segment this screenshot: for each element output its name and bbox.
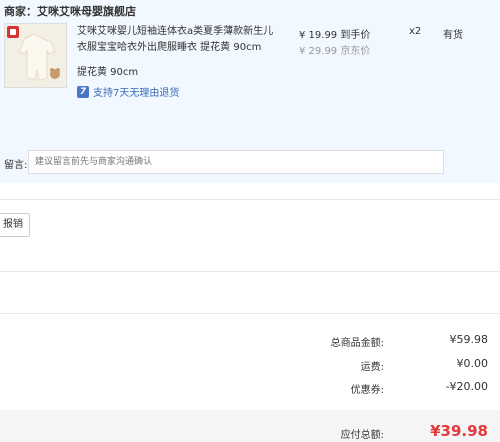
shipping-value: ¥0.00 [456, 357, 489, 370]
quantity: x2 [409, 26, 422, 37]
stock-status: 有货 [443, 30, 463, 41]
return-policy-text: 支持7天无理由退货 [93, 88, 180, 99]
section-divider [0, 199, 500, 200]
goods-total-label: 总商品金额: [330, 338, 384, 349]
coupon-label: 优惠券: [350, 385, 384, 396]
invoice-button[interactable]: 报销 [0, 213, 30, 237]
merchant-name[interactable]: 艾咪艾咪母婴旗舰店 [37, 5, 136, 18]
note-label: 留言: [4, 160, 28, 171]
romper-icon [18, 33, 60, 81]
coupon-value: -¥20.00 [445, 380, 488, 393]
goods-total-value: ¥59.98 [449, 333, 489, 346]
product-thumbnail[interactable] [4, 23, 67, 88]
return-policy-icon: 7 [77, 85, 89, 98]
product-variant: 提花黄 90cm [77, 67, 139, 78]
total-label: 应付总额: [340, 430, 384, 441]
section-divider [0, 271, 500, 272]
return-policy-tag[interactable]: 7 支持7天无理由退货 [77, 84, 179, 99]
merchant-line: 商家：艾咪艾咪母婴旗舰店 [4, 3, 136, 19]
merchant-label: 商家： [4, 5, 37, 18]
section-divider [0, 313, 500, 314]
note-input[interactable] [28, 150, 444, 174]
price-jd: ¥ 29.99 京东价 [299, 46, 371, 57]
total-value: ¥39.98 [430, 422, 488, 440]
price-now: ¥ 19.99 到手价 [299, 30, 371, 41]
shipping-label: 运费: [360, 362, 384, 373]
product-title[interactable]: 艾咪艾咪婴儿短袖连体衣a类夏季薄款新生儿衣服宝宝哈衣外出爬服睡衣 提花黄 90c… [77, 24, 282, 56]
